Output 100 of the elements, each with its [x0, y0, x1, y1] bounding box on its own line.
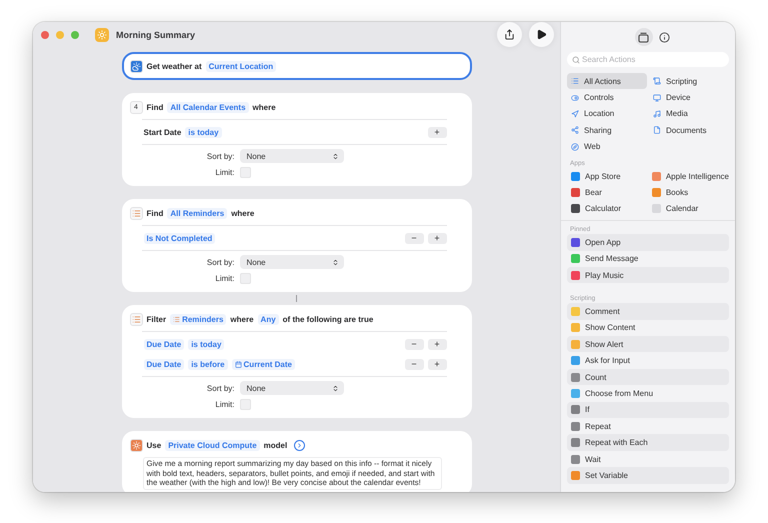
- app-item[interactable]: Calculator: [567, 200, 646, 218]
- action-label: Filter: [146, 314, 166, 324]
- close-button[interactable]: [41, 30, 49, 38]
- sort-label: Sort by:: [206, 258, 234, 266]
- action-item[interactable]: Repeat with Each: [567, 434, 729, 451]
- calendar-icon: [234, 360, 242, 368]
- sort-select[interactable]: None: [240, 149, 344, 163]
- sort-select[interactable]: None: [240, 255, 344, 269]
- action-item[interactable]: Send Message: [567, 250, 729, 267]
- chevrons-up-down-icon: [332, 152, 338, 160]
- category-icon: [571, 77, 579, 86]
- action-item[interactable]: If: [567, 402, 729, 418]
- category-item[interactable]: Scripting: [649, 73, 729, 90]
- sort-label: Sort by:: [206, 152, 234, 160]
- category-icon: [653, 77, 661, 86]
- action-label: Get weather at: [146, 62, 202, 70]
- variable-token[interactable]: Reminders: [170, 314, 226, 324]
- run-button[interactable]: [529, 22, 554, 47]
- variable-token[interactable]: Current Date: [232, 358, 295, 370]
- action-label: where: [231, 208, 254, 218]
- action-item[interactable]: Ask for Input: [567, 352, 729, 369]
- limit-label: Limit:: [214, 168, 234, 176]
- chevron-right-icon: [296, 442, 304, 448]
- limit-checkbox[interactable]: [240, 272, 250, 284]
- action-label: Find: [146, 102, 164, 112]
- limit-checkbox[interactable]: [240, 166, 250, 178]
- category-icon: [571, 94, 579, 102]
- condition-button[interactable]: −: [404, 358, 424, 370]
- category-item[interactable]: Sharing: [567, 122, 647, 139]
- parameter-token[interactable]: All Calendar Events: [167, 102, 249, 112]
- action-item[interactable]: Set Variable: [567, 467, 729, 484]
- chevrons-up-down-icon: [332, 384, 338, 392]
- condition-button[interactable]: +: [428, 338, 446, 350]
- action-label: Use: [146, 440, 162, 450]
- play-icon: [536, 29, 547, 40]
- action-card[interactable]: Get weather at Current Location: [122, 52, 472, 80]
- window-title: Morning Summary: [116, 30, 196, 40]
- action-item[interactable]: Open App: [567, 234, 729, 251]
- action-card[interactable]: [122, 431, 472, 492]
- action-item[interactable]: Show Alert: [567, 336, 729, 352]
- app-item[interactable]: Calendar: [648, 200, 729, 218]
- share-icon: [504, 29, 515, 40]
- category-icon: [571, 110, 579, 118]
- condition-button[interactable]: −: [404, 338, 424, 350]
- action-label: where: [252, 102, 276, 112]
- search-field[interactable]: Search Actions: [567, 52, 729, 67]
- parameter-token[interactable]: Current Location: [206, 60, 276, 72]
- condition-button[interactable]: +: [428, 232, 446, 244]
- info-icon: [659, 32, 670, 42]
- category-item[interactable]: Media: [649, 106, 729, 122]
- action-item[interactable]: Repeat: [567, 418, 729, 434]
- action-item[interactable]: Show Content: [567, 320, 729, 336]
- action-item[interactable]: Comment: [567, 303, 729, 320]
- category-item[interactable]: Device: [649, 89, 729, 106]
- category-item[interactable]: Location: [567, 106, 647, 122]
- action-item[interactable]: Choose from Menu: [567, 385, 729, 402]
- action-card[interactable]: Filter Reminders where Any of the following are true Due Date is today − + Due Date is before Current Date − + Sort by: None Limit:: [122, 305, 472, 418]
- parameter-token[interactable]: is today: [188, 338, 224, 350]
- parameter-token[interactable]: Private Cloud Compute: [165, 440, 260, 450]
- category-icon: [653, 110, 661, 118]
- sort-select[interactable]: None: [240, 381, 344, 395]
- details-button[interactable]: [294, 440, 306, 450]
- category-item[interactable]: Controls: [567, 89, 647, 106]
- category-item[interactable]: Web: [567, 138, 647, 155]
- app-item[interactable]: Bear: [567, 184, 646, 201]
- action-label: Find: [146, 208, 164, 218]
- parameter-token[interactable]: Due Date: [144, 358, 184, 370]
- limit-checkbox[interactable]: [240, 398, 250, 410]
- limit-label: Limit:: [214, 400, 234, 408]
- parameter-token[interactable]: All Reminders: [167, 208, 228, 218]
- action-label: of the following are true: [282, 314, 374, 324]
- action-label: model: [264, 440, 288, 450]
- app-item[interactable]: Apple Intelligence: [648, 168, 729, 184]
- category-item[interactable]: Documents: [649, 122, 729, 139]
- sort-label: Sort by:: [206, 384, 234, 392]
- list-icon: [173, 316, 180, 322]
- parameter-token[interactable]: Due Date: [144, 338, 184, 350]
- share-button[interactable]: [497, 22, 522, 47]
- app-item[interactable]: Books: [648, 184, 729, 201]
- category-icon: [571, 142, 579, 151]
- condition-button[interactable]: +: [428, 126, 446, 138]
- parameter-token[interactable]: Is Not Completed: [144, 232, 216, 244]
- stacked-window-icon: [638, 32, 649, 42]
- app-item[interactable]: App Store: [567, 168, 646, 184]
- action-item[interactable]: Wait: [567, 450, 729, 468]
- condition-button[interactable]: −: [404, 232, 424, 244]
- action-label: where: [230, 314, 254, 324]
- category-item[interactable]: All Actions: [567, 73, 647, 90]
- library-button[interactable]: [634, 28, 652, 46]
- parameter-token[interactable]: is before: [188, 358, 228, 370]
- parameter-token[interactable]: Any: [258, 314, 279, 324]
- category-icon: [653, 126, 661, 134]
- chevrons-up-down-icon: [332, 258, 338, 266]
- condition-button[interactable]: +: [428, 358, 446, 370]
- action-item[interactable]: Play Music: [567, 266, 729, 284]
- action-item[interactable]: Count: [567, 368, 729, 386]
- action-label: Start Date: [144, 128, 182, 136]
- action-card[interactable]: Find All Reminders where Is Not Completed − + Sort by: None Limit:: [122, 199, 472, 292]
- parameter-token[interactable]: is today: [185, 126, 222, 138]
- limit-label: Limit:: [214, 274, 234, 282]
